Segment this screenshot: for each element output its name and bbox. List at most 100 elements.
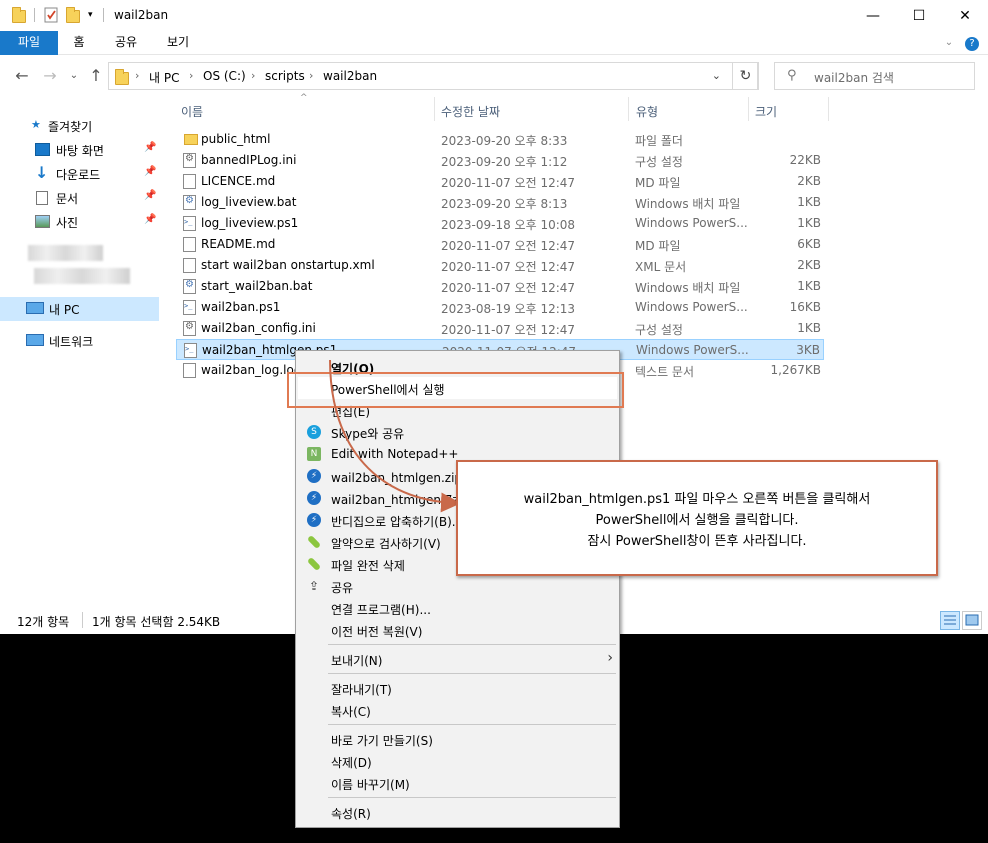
chevron-down-icon[interactable]: ▾ — [88, 10, 102, 26]
file-name: wail2ban_config.ini — [201, 321, 316, 335]
selection-info: 1개 항목 선택함 2.54KB — [92, 615, 221, 629]
redacted-item — [34, 268, 130, 284]
up-button[interactable]: ↑ — [86, 66, 106, 86]
menu-item-cut[interactable]: 잘라내기(T) — [298, 677, 617, 699]
nav-desktop[interactable]: 바탕 화면 📌 — [0, 138, 159, 162]
minimize-button[interactable]: — — [850, 0, 896, 31]
file-size: 1KB — [797, 279, 821, 293]
file-name: bannedIPLog.ini — [201, 153, 297, 167]
address-dropdown-icon[interactable]: ⌄ — [712, 69, 721, 82]
menu-item-share-skype[interactable]: S Skype와 공유 — [298, 421, 617, 443]
column-date[interactable]: 수정한 날짜 — [441, 103, 500, 120]
desktop-icon — [35, 143, 50, 156]
column-divider[interactable] — [828, 97, 829, 121]
menu-item-rename[interactable]: 이름 바꾸기(M) — [298, 772, 617, 794]
alyac-icon — [306, 556, 322, 572]
details-view-button[interactable] — [940, 611, 960, 630]
file-type: 파일 폴더 — [635, 134, 683, 148]
chevron-right-icon[interactable]: › — [309, 69, 313, 82]
file-row[interactable]: start_wail2ban.bat 2020-11-07 오전 12:47 Win… — [176, 276, 824, 297]
file-date: 2020-11-07 오전 12:47 — [441, 260, 576, 274]
file-name: LICENCE.md — [201, 174, 276, 188]
sort-ascending-icon: ^ — [300, 93, 308, 103]
file-type: Windows 배치 파일 — [635, 197, 741, 211]
powershell-file-icon — [183, 216, 196, 231]
nav-documents[interactable]: 문서 📌 — [0, 186, 159, 210]
column-type[interactable]: 유형 — [636, 103, 658, 120]
file-name: public_html — [201, 132, 271, 146]
nav-downloads[interactable]: ↓ 다운로드 📌 — [0, 162, 159, 186]
chevron-right-icon[interactable]: › — [251, 69, 255, 82]
nav-quick-access[interactable]: ★ 즐겨찾기 — [0, 114, 159, 138]
file-row[interactable]: public_html 2023-09-20 오후 8:33 파일 폴더 — [176, 129, 824, 150]
pin-icon: 📌 — [144, 142, 157, 153]
nav-network[interactable]: 네트워크 — [0, 329, 159, 353]
refresh-button[interactable]: ↻ — [732, 62, 759, 90]
breadcrumb-this-pc[interactable]: 내 PC — [149, 69, 179, 86]
network-icon — [26, 334, 44, 346]
file-date: 2020-11-07 오전 12:47 — [441, 176, 576, 190]
file-size: 16KB — [789, 300, 821, 314]
file-name: README.md — [201, 237, 276, 251]
file-size: 22KB — [789, 153, 821, 167]
address-bar[interactable]: › 내 PC › OS (C:) › scripts › wail2ban ⌄ — [108, 62, 758, 90]
chevron-right-icon[interactable]: › — [189, 69, 193, 82]
recent-dropdown-icon[interactable]: ⌄ — [64, 66, 84, 86]
forward-button[interactable]: → — [40, 66, 60, 86]
file-type: Windows PowerS... — [636, 343, 749, 357]
bandizip-icon: ⚡ — [307, 469, 321, 483]
menu-item-create-shortcut[interactable]: 바로 가기 만들기(S) — [298, 728, 617, 750]
chevron-right-icon: › — [607, 650, 613, 666]
large-icons-view-button[interactable] — [962, 611, 982, 630]
chevron-right-icon[interactable]: › — [135, 69, 139, 82]
column-divider[interactable] — [748, 97, 749, 121]
file-date: 2020-11-07 오전 12:47 — [441, 281, 576, 295]
column-divider[interactable] — [434, 97, 435, 121]
tab-file[interactable]: 파일 — [0, 31, 58, 55]
menu-item-open-with[interactable]: 연결 프로그램(H)... — [298, 597, 617, 619]
column-size[interactable]: 크기 — [755, 103, 777, 120]
file-type: 구성 설정 — [635, 323, 683, 337]
menu-item-send-to[interactable]: 보내기(N) › — [298, 648, 617, 670]
menu-item-copy[interactable]: 복사(C) — [298, 699, 617, 721]
file-row[interactable]: README.md 2020-11-07 오전 12:47 MD 파일 6KB — [176, 234, 824, 255]
close-button[interactable]: ✕ — [942, 0, 988, 31]
file-row[interactable]: log_liveview.ps1 2023-09-18 오후 10:08 Windo… — [176, 213, 824, 234]
batch-file-icon — [183, 279, 196, 294]
breadcrumb-wail2ban[interactable]: wail2ban — [323, 69, 377, 83]
menu-item-properties[interactable]: 속성(R) — [298, 801, 617, 823]
column-name[interactable]: 이름 — [181, 103, 203, 120]
config-file-icon — [183, 321, 196, 336]
help-icon[interactable]: ? — [964, 31, 980, 55]
back-button[interactable]: ← — [12, 66, 32, 86]
file-row[interactable]: bannedIPLog.ini 2023-09-20 오후 1:12 구성 설정 22… — [176, 150, 824, 171]
column-divider[interactable] — [628, 97, 629, 121]
window-title: wail2ban — [114, 8, 169, 22]
new-folder-icon[interactable] — [66, 7, 80, 23]
nav-pictures[interactable]: 사진 📌 — [0, 210, 159, 234]
breadcrumb-drive[interactable]: OS (C:) — [203, 69, 246, 83]
expand-ribbon-icon[interactable]: ⌄ — [942, 31, 956, 55]
tab-share[interactable]: 공유 — [106, 31, 146, 55]
file-date: 2023-09-20 오후 1:12 — [441, 155, 568, 169]
nav-this-pc[interactable]: 내 PC — [0, 297, 159, 321]
menu-separator — [328, 797, 616, 798]
menu-item-restore-versions[interactable]: 이전 버전 복원(V) — [298, 619, 617, 641]
menu-item-share[interactable]: ⇪ 공유 — [298, 575, 617, 597]
file-row[interactable]: log_liveview.bat 2023-09-20 오후 8:13 Window… — [176, 192, 824, 213]
maximize-button[interactable]: ☐ — [896, 0, 942, 31]
tab-home[interactable]: 홈 — [62, 31, 96, 55]
skype-icon: S — [307, 425, 321, 439]
menu-item-delete[interactable]: 삭제(D) — [298, 750, 617, 772]
star-icon: ★ — [31, 118, 41, 131]
file-row[interactable]: start wail2ban onstartup.xml 2020-11-07 오… — [176, 255, 824, 276]
file-date: 2023-08-19 오후 12:13 — [441, 302, 576, 316]
batch-file-icon — [183, 195, 196, 210]
properties-icon[interactable] — [44, 7, 58, 23]
tab-view[interactable]: 보기 — [158, 31, 198, 55]
file-row[interactable]: wail2ban.ps1 2023-08-19 오후 12:13 Windows P… — [176, 297, 824, 318]
search-input[interactable]: ⚲ wail2ban 검색 — [774, 62, 975, 90]
file-row[interactable]: wail2ban_config.ini 2020-11-07 오전 12:47 구성… — [176, 318, 824, 339]
breadcrumb-scripts[interactable]: scripts — [265, 69, 305, 83]
file-row[interactable]: LICENCE.md 2020-11-07 오전 12:47 MD 파일 2KB — [176, 171, 824, 192]
